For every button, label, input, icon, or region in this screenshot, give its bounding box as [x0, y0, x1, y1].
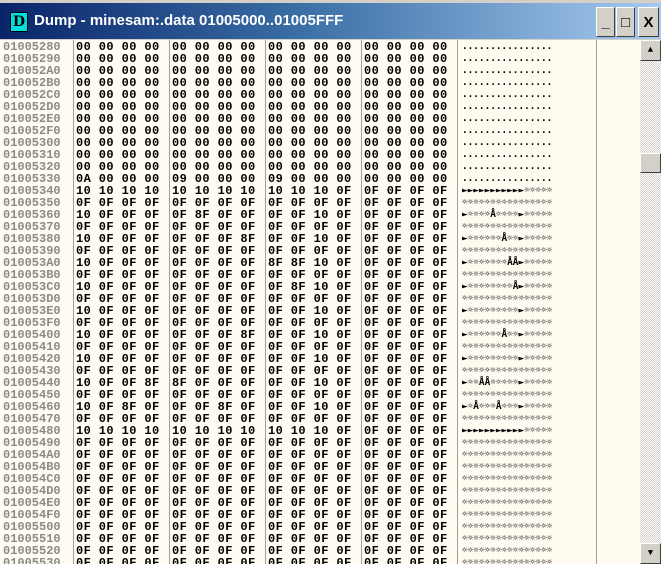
ascii-text[interactable]: ................: [462, 161, 552, 173]
ascii-text[interactable]: ................: [462, 41, 552, 53]
ascii-text[interactable]: ☼☼☼☼☼☼☼☼☼☼☼☼☼☼☼☼: [462, 221, 552, 233]
ascii-text[interactable]: ►►►►►►►►►►►☼☼☼☼☼: [462, 425, 552, 437]
ascii-text[interactable]: ►☼☼☼☼☼☼☼☼☼►☼☼☼☼☼: [462, 353, 552, 365]
ascii-text[interactable]: ☼☼☼☼☼☼☼☼☼☼☼☼☼☼☼☼: [462, 533, 552, 545]
title-bar[interactable]: D Dump - minesam:.data 01005000..01005FF…: [0, 3, 661, 39]
maximize-button[interactable]: □: [616, 7, 635, 37]
hex-dump-pane[interactable]: 01005280 00 00 00 00 00 00 00 00 00 00 00 0…: [0, 40, 640, 564]
ascii-text[interactable]: ☼☼☼☼☼☼☼☼☼☼☼☼☼☼☼☼: [462, 509, 552, 521]
close-button[interactable]: X: [638, 7, 659, 37]
ascii-text[interactable]: ................: [462, 173, 552, 185]
dump-row[interactable]: 01005530 0F 0F 0F 0F 0F 0F 0F 0F 0F 0F 0F 0…: [0, 557, 640, 564]
hex-byte-group[interactable]: 0F 0F 0F 0F: [268, 557, 352, 564]
ascii-text[interactable]: ☼☼☼☼☼☼☼☼☼☼☼☼☼☼☼☼: [462, 413, 552, 425]
ascii-text[interactable]: ☼☼☼☼☼☼☼☼☼☼☼☼☼☼☼☼: [462, 389, 552, 401]
ascii-text[interactable]: ☼☼☼☼☼☼☼☼☼☼☼☼☼☼☼☼: [462, 437, 552, 449]
scroll-up-button[interactable]: ▲: [640, 40, 661, 61]
ascii-text[interactable]: ►☼☼☼☼☼☼Å☼☼►☼☼☼☼☼: [462, 329, 552, 341]
ascii-text[interactable]: ►☼☼☼☼Å☼☼☼☼►☼☼☼☼☼: [462, 209, 552, 221]
ascii-text[interactable]: ☼☼☼☼☼☼☼☼☼☼☼☼☼☼☼☼: [462, 293, 552, 305]
ascii-text[interactable]: ☼☼☼☼☼☼☼☼☼☼☼☼☼☼☼☼: [462, 485, 552, 497]
ascii-text[interactable]: ☼☼☼☼☼☼☼☼☼☼☼☼☼☼☼☼: [462, 269, 552, 281]
ascii-text[interactable]: ................: [462, 101, 552, 113]
ascii-text[interactable]: ................: [462, 137, 552, 149]
ascii-text[interactable]: ►☼☼☼☼☼☼Å☼☼►☼☼☼☼☼: [462, 233, 552, 245]
ascii-text[interactable]: ................: [462, 53, 552, 65]
ascii-text[interactable]: ☼☼☼☼☼☼☼☼☼☼☼☼☼☼☼☼: [462, 557, 552, 564]
ascii-text[interactable]: ☼☼☼☼☼☼☼☼☼☼☼☼☼☼☼☼: [462, 245, 552, 257]
ascii-text[interactable]: ☼☼☼☼☼☼☼☼☼☼☼☼☼☼☼☼: [462, 545, 552, 557]
hex-byte-group[interactable]: 0F 0F 0F 0F: [76, 557, 160, 564]
ascii-text[interactable]: ................: [462, 113, 552, 125]
ascii-text[interactable]: ................: [462, 125, 552, 137]
ascii-text[interactable]: ................: [462, 89, 552, 101]
ascii-text[interactable]: ☼☼☼☼☼☼☼☼☼☼☼☼☼☼☼☼: [462, 365, 552, 377]
ascii-text[interactable]: ►☼☼☼☼☼☼☼☼Å►☼☼☼☼☼: [462, 281, 552, 293]
ascii-text[interactable]: ☼☼☼☼☼☼☼☼☼☼☼☼☼☼☼☼: [462, 449, 552, 461]
ascii-text[interactable]: ☼☼☼☼☼☼☼☼☼☼☼☼☼☼☼☼: [462, 473, 552, 485]
ascii-text[interactable]: ☼☼☼☼☼☼☼☼☼☼☼☼☼☼☼☼: [462, 521, 552, 533]
app-icon: D: [10, 12, 28, 32]
ascii-text[interactable]: ►☼☼☼☼☼☼☼ÅÅ►☼☼☼☼☼: [462, 257, 552, 269]
ascii-text[interactable]: ☼☼☼☼☼☼☼☼☼☼☼☼☼☼☼☼: [462, 461, 552, 473]
ascii-text[interactable]: ☼☼☼☼☼☼☼☼☼☼☼☼☼☼☼☼: [462, 317, 552, 329]
ascii-text[interactable]: ☼☼☼☼☼☼☼☼☼☼☼☼☼☼☼☼: [462, 497, 552, 509]
minimize-button[interactable]: _: [596, 7, 615, 37]
ascii-text[interactable]: ................: [462, 149, 552, 161]
ascii-text[interactable]: ☼☼☼☼☼☼☼☼☼☼☼☼☼☼☼☼: [462, 197, 552, 209]
row-address: 01005530: [3, 556, 61, 564]
ascii-text[interactable]: ................: [462, 77, 552, 89]
ascii-text[interactable]: ☼☼☼☼☼☼☼☼☼☼☼☼☼☼☼☼: [462, 341, 552, 353]
hex-byte-group[interactable]: 0F 0F 0F 0F: [364, 557, 448, 564]
ascii-text[interactable]: ►►►►►►►►►►►☼☼☼☼☼: [462, 185, 552, 197]
vertical-scrollbar[interactable]: ▲ ▼: [640, 40, 661, 564]
ascii-text[interactable]: ►☼☼ÅÅ☼☼☼☼☼►☼☼☼☼☼: [462, 377, 552, 389]
hex-byte-group[interactable]: 0F 0F 0F 0F: [172, 557, 256, 564]
scroll-down-button[interactable]: ▼: [640, 543, 661, 564]
window-title: Dump - minesam:.data 01005000..01005FFF: [34, 12, 344, 29]
ascii-text[interactable]: ►☼☼☼☼☼☼☼☼☼►☼☼☼☼☼: [462, 305, 552, 317]
ascii-text[interactable]: ................: [462, 65, 552, 77]
scroll-thumb[interactable]: [640, 153, 661, 174]
ascii-text[interactable]: ►☼Å☼☼☼Å☼☼☼►☼☼☼☼☼: [462, 401, 552, 413]
